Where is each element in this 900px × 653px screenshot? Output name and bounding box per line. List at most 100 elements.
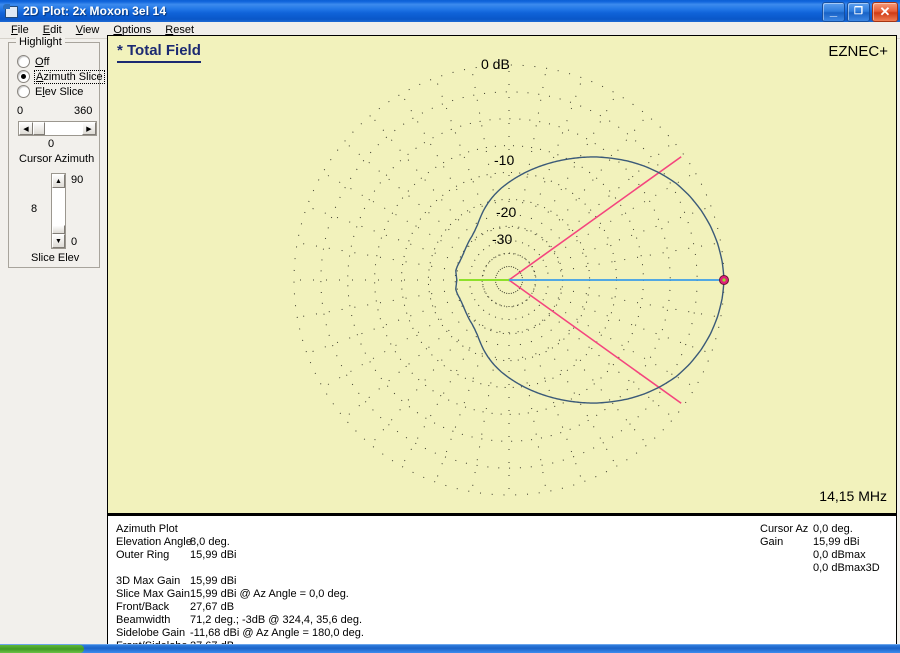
- menu-view-rest: iew: [82, 24, 100, 36]
- slice-elev-thumb[interactable]: [52, 225, 65, 234]
- polar-plot[interactable]: [108, 36, 896, 513]
- slice-elev-track[interactable]: [52, 188, 65, 234]
- ring-label-2: -20: [496, 204, 517, 220]
- grid-spoke: [508, 279, 584, 483]
- title-bar: 2D Plot: 2x Moxon 3el 14 _ ❐ ✕: [0, 0, 900, 23]
- radio-elev-slice[interactable]: Elev Slice: [17, 85, 83, 98]
- plot-panel: * Total Field EZNEC+ 14,15 MHz 0 dB -10 …: [107, 35, 897, 514]
- sidebar: Highlight Off Azimuth Slice Elev Slice 0…: [0, 36, 107, 653]
- menu-item-edit[interactable]: Edit: [36, 23, 69, 37]
- grid-spoke: [508, 279, 712, 355]
- window-buttons: _ ❐ ✕: [822, 2, 898, 22]
- minimize-button[interactable]: _: [822, 2, 845, 22]
- data-label-3d-max-gain: 3D Max Gain: [116, 575, 181, 587]
- radio-elev-slice-indicator[interactable]: [17, 85, 30, 98]
- data-value-sidelobe-gain: -11,68 dBi @ Az Angle = 180,0 deg.: [190, 627, 364, 639]
- slice-elev-slider[interactable]: ▲ ▼: [51, 173, 66, 249]
- menu-item-file[interactable]: File: [4, 23, 36, 37]
- window-title: 2D Plot: 2x Moxon 3el 14: [23, 4, 167, 18]
- cursor-azimuth-track[interactable]: [33, 122, 82, 135]
- data-label-sidelobe-gain: Sidelobe Gain: [116, 627, 186, 639]
- data-value-elevation-angle: 8,0 deg.: [190, 536, 230, 548]
- radio-off[interactable]: Off: [17, 55, 49, 68]
- cursor-azimuth-slider[interactable]: ◀ ▶: [18, 121, 97, 136]
- menu-edit-rest: dit: [50, 24, 62, 36]
- cursor-azimuth-max-label: 360: [74, 105, 93, 117]
- taskbar[interactable]: [0, 644, 900, 653]
- grid-spoke: [297, 242, 510, 281]
- radio-azimuth-slice-indicator[interactable]: [17, 70, 30, 83]
- grid-spoke: [508, 141, 675, 281]
- menu-item-view[interactable]: View: [69, 23, 107, 37]
- grid-spoke: [322, 279, 510, 388]
- slice-elev-bottom-label: 0: [71, 236, 78, 248]
- radio-off-indicator[interactable]: [17, 55, 30, 68]
- grid-spoke: [401, 93, 510, 281]
- highlight-group-legend: Highlight: [16, 36, 65, 48]
- grid-spoke: [306, 205, 510, 281]
- data-value-outer-ring: 15,99 dBi: [190, 549, 237, 561]
- radio-off-label: Off: [35, 55, 50, 68]
- grid-spoke: [306, 279, 510, 355]
- slice-elev-down-arrow-icon[interactable]: ▼: [52, 234, 65, 248]
- cursor-azimuth-left-arrow-icon[interactable]: ◀: [19, 122, 33, 135]
- data-label-beamwidth: Beamwidth: [116, 614, 171, 626]
- data-label-front-back: Front/Back: [116, 601, 170, 613]
- beamwidth-upper-line: [508, 279, 682, 404]
- cursor-marker-center: [722, 278, 726, 282]
- cursor-azimuth-right-arrow-icon[interactable]: ▶: [82, 122, 96, 135]
- highlight-group: Highlight Off Azimuth Slice Elev Slice 0…: [8, 36, 105, 268]
- ring-label-3: -30: [492, 231, 513, 247]
- radio-azimuth-slice[interactable]: Azimuth Slice: [17, 69, 105, 84]
- close-button[interactable]: ✕: [872, 2, 898, 22]
- application-window: 2D Plot: 2x Moxon 3el 14 _ ❐ ✕ File Edit…: [0, 0, 900, 653]
- restore-button[interactable]: ❐: [847, 2, 870, 22]
- grid-spoke: [508, 279, 617, 467]
- slice-elev-top-label: 90: [71, 174, 84, 186]
- radio-azimuth-slice-label: Azimuth Slice: [34, 69, 105, 84]
- data-label-elevation-angle: Elevation Angle: [116, 536, 192, 548]
- grid-spoke: [434, 77, 510, 281]
- cursor-azimuth-caption: Cursor Azimuth: [19, 153, 95, 165]
- data-value-front-back: 27,67 dB: [190, 601, 235, 613]
- grid-spoke: [508, 279, 648, 446]
- data-value-dbmax3d: 0,0 dBmax3D: [813, 562, 880, 574]
- grid-spoke: [343, 141, 510, 281]
- grid-spoke: [471, 279, 510, 492]
- grid-spoke: [370, 114, 510, 281]
- slice-elev-value: 8: [31, 203, 38, 215]
- grid-spoke: [343, 279, 510, 419]
- data-panel: Azimuth Plot Elevation Angle 8,0 deg. Ou…: [107, 514, 897, 652]
- data-label-outer-ring: Outer Ring: [116, 549, 170, 561]
- data-label-cursor-az: Cursor Az: [760, 523, 809, 535]
- grid-spoke: [401, 279, 510, 467]
- grid-spoke: [508, 114, 648, 281]
- grid-spoke: [508, 279, 721, 318]
- grid-spoke: [508, 279, 547, 492]
- grid-spoke: [508, 172, 696, 281]
- grid-spoke: [471, 68, 510, 281]
- slice-elev-up-arrow-icon[interactable]: ▲: [52, 174, 65, 188]
- slice-elev-caption: Slice Elev: [31, 252, 80, 264]
- data-value-dbmax: 0,0 dBmax: [813, 549, 866, 561]
- grid-spoke: [297, 279, 510, 318]
- cursor-azimuth-min-label: 0: [17, 105, 24, 117]
- grid-spoke: [508, 205, 712, 281]
- data-value-gain: 15,99 dBi: [813, 536, 860, 548]
- ring-label-0: 0 dB: [481, 56, 510, 72]
- data-label-slice-max-gain: Slice Max Gain: [116, 588, 190, 600]
- cursor-azimuth-thumb[interactable]: [33, 122, 45, 135]
- data-label-azimuth-plot: Azimuth Plot: [116, 523, 178, 535]
- grid-spoke: [508, 279, 675, 419]
- grid-spoke: [434, 279, 510, 483]
- plot-window-icon: [3, 4, 19, 18]
- polar-annotations: [459, 156, 724, 404]
- radio-elev-slice-label: Elev Slice: [35, 85, 84, 98]
- start-button[interactable]: [0, 645, 84, 653]
- grid-spoke: [508, 93, 617, 281]
- grid-spoke: [508, 279, 696, 388]
- grid-spoke: [370, 279, 510, 446]
- data-value-slice-max-gain: 15,99 dBi @ Az Angle = 0,0 deg.: [190, 588, 349, 600]
- beamwidth-lower-line: [508, 156, 682, 281]
- data-value-cursor-az: 0,0 deg.: [813, 523, 853, 535]
